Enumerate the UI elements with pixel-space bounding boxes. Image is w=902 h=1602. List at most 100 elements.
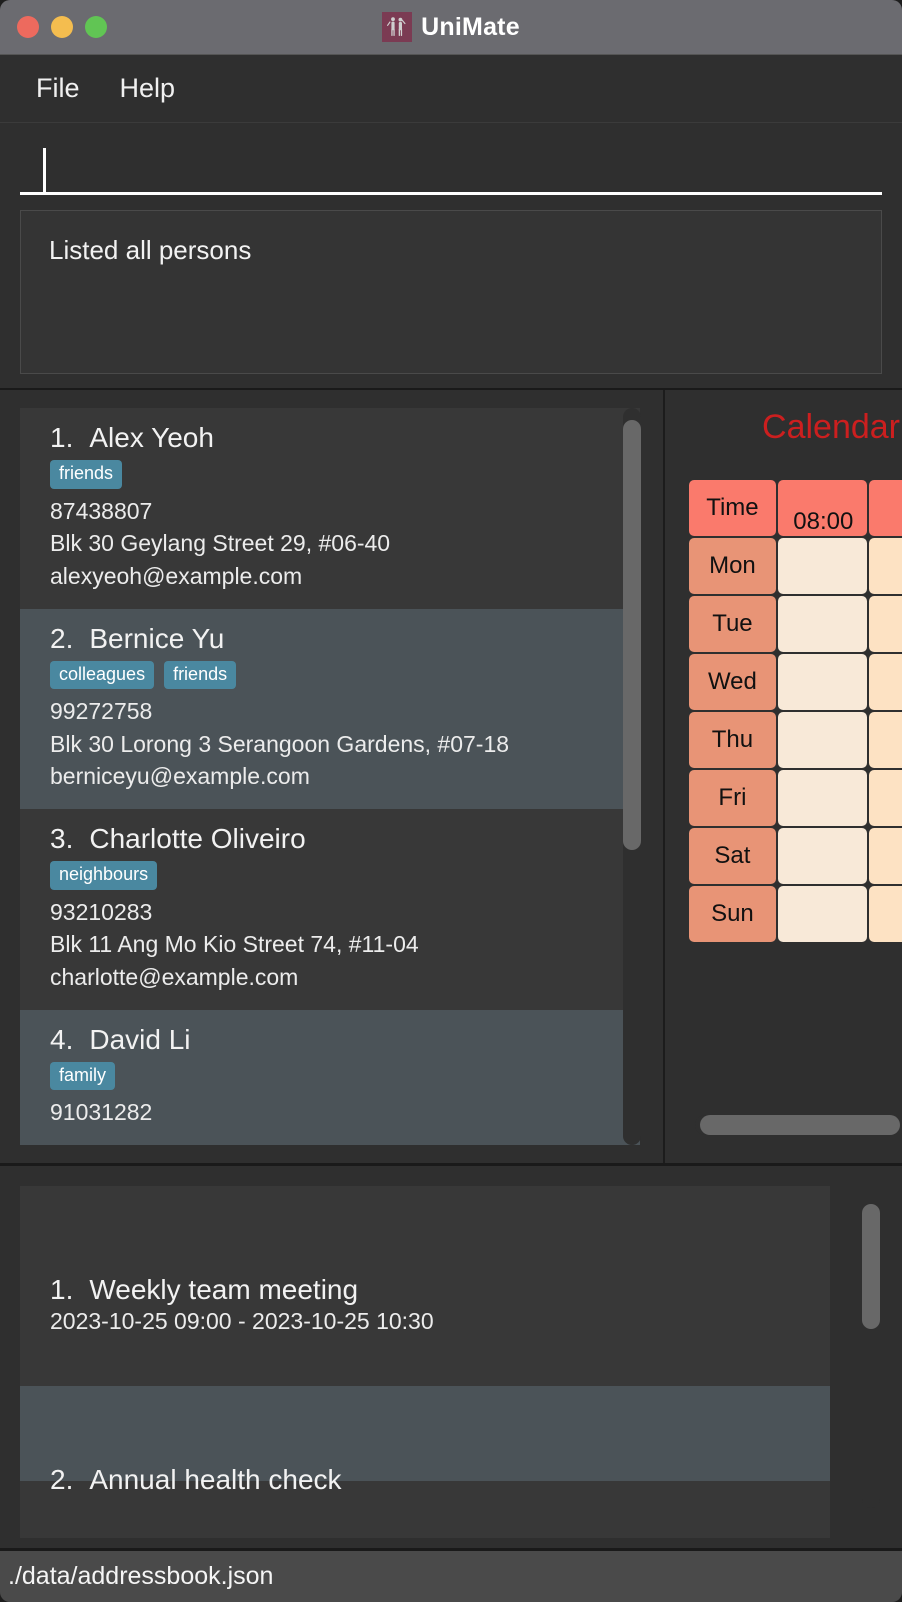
menu-item-help[interactable]: Help — [120, 73, 176, 104]
calendar-time-header: Time — [689, 480, 776, 536]
event-header: 1. Weekly team meeting — [50, 1274, 830, 1306]
calendar-row: Sun — [689, 886, 902, 942]
event-card[interactable]: 2. Annual health check — [20, 1386, 830, 1495]
person-name: David Li — [89, 1023, 191, 1055]
person-phone: 93210283 — [50, 898, 153, 925]
tag-chip: colleagues — [50, 660, 155, 690]
calendar-scroll-thumb[interactable] — [700, 1115, 900, 1135]
person-email: berniceyu@example.com — [50, 763, 310, 790]
calendar-row: Fri — [689, 770, 902, 826]
calendar-slot[interactable] — [868, 770, 902, 826]
calendar-day-sat: Sat — [689, 828, 776, 884]
calendar-header-row: Time 08:00 — [689, 480, 902, 536]
person-phone: 87438807 — [50, 497, 153, 524]
two-people-icon — [382, 12, 413, 42]
person-tags: colleagues friends — [50, 660, 640, 690]
event-list-scroll-thumb[interactable] — [862, 1204, 880, 1329]
tag-chip: neighbours — [50, 861, 158, 890]
status-file-path: ./data/addressbook.json — [8, 1562, 274, 1590]
person-address: Blk 30 Lorong 3 Serangoon Gardens, #07-1… — [50, 730, 510, 757]
person-list-scrollbar[interactable] — [623, 408, 641, 1145]
calendar-slot[interactable] — [868, 654, 902, 710]
result-pane: Listed all persons — [0, 198, 902, 388]
person-index: 3. — [50, 823, 74, 855]
person-tags: family — [50, 1061, 640, 1091]
calendar-slot[interactable] — [777, 770, 867, 826]
person-index: 1. — [50, 422, 74, 453]
calendar-slot[interactable] — [777, 654, 867, 710]
menu-bar: File Help — [0, 55, 902, 123]
person-address: Blk 30 Geylang Street 29, #06-40 — [50, 530, 391, 557]
person-index: 2. — [50, 622, 74, 654]
calendar-day-thu: Thu — [689, 712, 776, 768]
command-pane — [0, 123, 902, 198]
events-pane: 1. Weekly team meeting 2023-10-25 09:00 … — [0, 1163, 902, 1548]
window-controls — [0, 16, 107, 38]
maximize-button[interactable] — [85, 16, 107, 38]
status-bar: ./data/addressbook.json — [0, 1548, 902, 1602]
minimize-button[interactable] — [51, 16, 73, 38]
event-list-scrollbar[interactable] — [862, 1204, 880, 1508]
person-list[interactable]: 1. Alex Yeoh friends 87438807 Blk 30 Gey… — [20, 408, 640, 1145]
calendar-slot[interactable] — [777, 828, 867, 884]
calendar-row: Sat — [689, 828, 902, 884]
calendar-slot[interactable] — [868, 712, 902, 768]
person-phone: 91031282 — [50, 1099, 153, 1126]
calendar-slot[interactable] — [777, 712, 867, 768]
person-header: 2. Bernice Yu — [50, 623, 640, 655]
title-center: UniMate — [0, 0, 902, 54]
calendar-slot[interactable] — [777, 886, 867, 942]
event-index: 1. — [50, 1274, 74, 1305]
person-list-scroll-thumb[interactable] — [623, 420, 641, 850]
title-bar: UniMate — [0, 0, 902, 55]
person-index: 4. — [50, 1023, 74, 1055]
person-card[interactable]: 1. Alex Yeoh friends 87438807 Blk 30 Gey… — [20, 408, 640, 609]
calendar-slot[interactable] — [868, 828, 902, 884]
calendar-column-header: 08:00 — [777, 480, 867, 536]
calendar-slot[interactable] — [868, 596, 902, 652]
close-button[interactable] — [17, 16, 39, 38]
event-card[interactable]: 1. Weekly team meeting 2023-10-25 09:00 … — [20, 1186, 830, 1386]
calendar-row: Mon — [689, 538, 902, 594]
calendar-horizontal-scrollbar[interactable] — [695, 1115, 900, 1135]
command-input[interactable] — [20, 133, 882, 195]
app-window: UniMate File Help Listed all persons 1. … — [0, 0, 902, 1602]
event-header: 2. Annual health check — [50, 1464, 830, 1496]
person-header: 3. Charlotte Oliveiro — [50, 823, 640, 855]
person-email: charlotte@example.com — [50, 964, 299, 991]
person-name: Bernice Yu — [89, 622, 225, 654]
calendar-day-sun: Sun — [689, 886, 776, 942]
person-phone: 99272758 — [50, 698, 153, 725]
calendar-slot[interactable] — [868, 538, 902, 594]
event-title: Annual health check — [89, 1464, 342, 1495]
calendar-row: Tue — [689, 596, 902, 652]
calendar-slot[interactable] — [777, 596, 867, 652]
calendar-slot[interactable] — [777, 538, 867, 594]
person-name: Charlotte Oliveiro — [89, 823, 306, 855]
person-name: Alex Yeoh — [89, 422, 214, 453]
person-address: Blk 11 Ang Mo Kio Street 74, #11-04 — [50, 931, 419, 958]
event-list[interactable]: 1. Weekly team meeting 2023-10-25 09:00 … — [20, 1186, 830, 1538]
person-tags: neighbours — [50, 861, 640, 890]
tag-chip: friends — [50, 460, 123, 489]
calendar-table-wrap: Time 08:00 Mon Tue Wed Thu Fri Sat Sun — [687, 478, 902, 944]
text-caret — [43, 148, 46, 192]
calendar-row: Wed — [689, 654, 902, 710]
person-card[interactable]: 4. David Li family 91031282 — [20, 1009, 640, 1145]
person-header: 1. Alex Yeoh — [50, 422, 640, 454]
event-title: Weekly team meeting — [89, 1274, 359, 1305]
calendar-day-mon: Mon — [689, 538, 776, 594]
calendar-slot[interactable] — [868, 886, 902, 942]
app-title: UniMate — [421, 12, 520, 41]
calendar-day-tue: Tue — [689, 596, 776, 652]
calendar-title: Calendar — [762, 408, 900, 446]
person-card[interactable]: 2. Bernice Yu colleagues friends 9927275… — [20, 608, 640, 810]
tag-chip: family — [50, 1061, 116, 1091]
person-card[interactable]: 3. Charlotte Oliveiro neighbours 9321028… — [20, 809, 640, 1010]
calendar-table[interactable]: Time 08:00 Mon Tue Wed Thu Fri Sat Sun — [687, 478, 902, 944]
middle-split: 1. Alex Yeoh friends 87438807 Blk 30 Gey… — [0, 388, 902, 1163]
person-header: 4. David Li — [50, 1024, 640, 1056]
event-range: 2023-10-25 09:00 - 2023-10-25 10:30 — [50, 1308, 434, 1334]
menu-item-file[interactable]: File — [36, 73, 80, 104]
calendar-pane: Calendar Time 08:00 Mon Tue Wed Thu Fri … — [665, 390, 902, 1163]
